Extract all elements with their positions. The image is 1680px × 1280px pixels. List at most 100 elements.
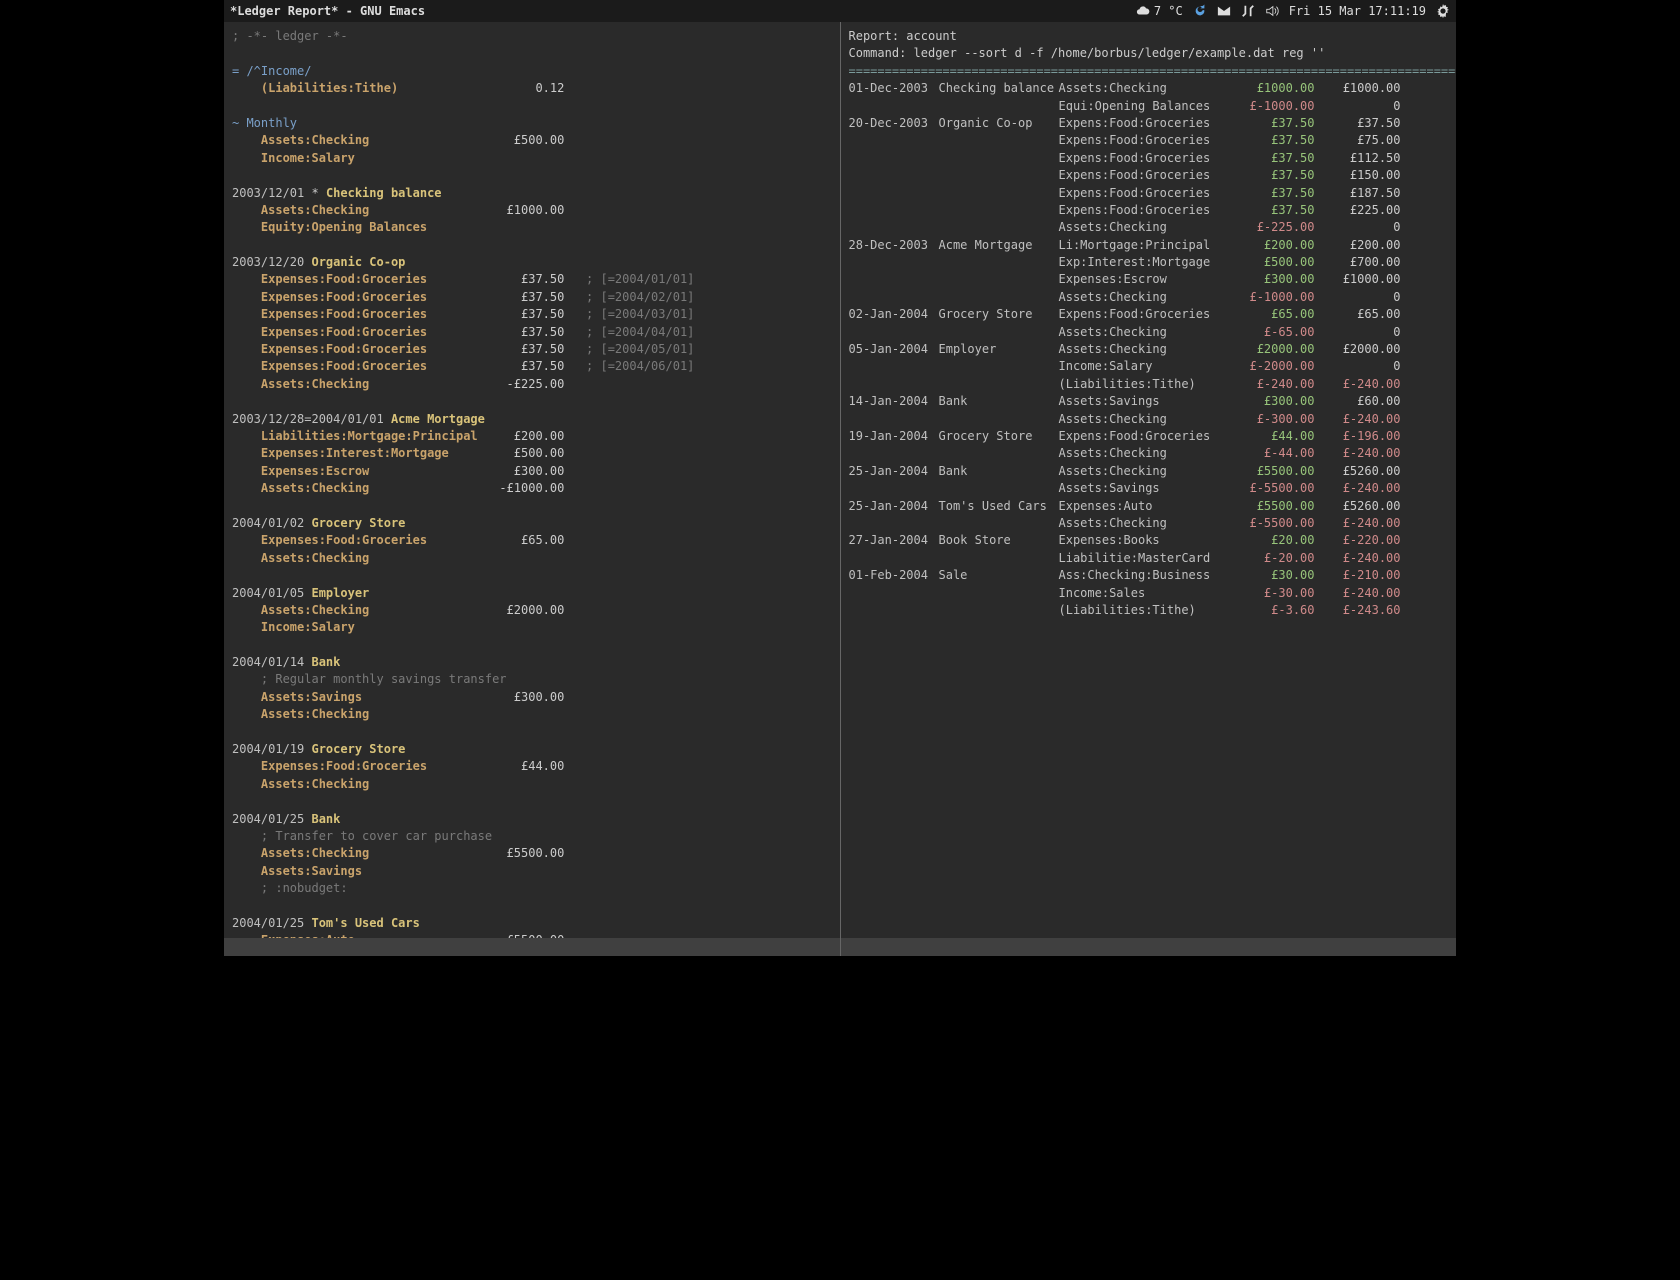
report-row: Equi:Opening Balances £-1000.000 [849,98,1449,115]
row-balance: 0 [1315,98,1401,115]
txn-header: 2004/01/05 Employer [232,585,832,602]
row-amount: £37.50 [1229,167,1315,184]
txn-header: 2004/01/25 Tom's Used Cars [232,915,832,932]
modeline-right: -U:@%%- *Ledger Report* All (4,0) (Ledge… [841,938,1457,956]
row-date [849,185,939,202]
row-account: Expens:Food:Groceries [1059,428,1229,445]
file-header-comment: ; -*- ledger -*- [232,28,832,45]
report-row: 19-Jan-2004 Grocery Store Expens:Food:Gr… [849,428,1449,445]
row-payee [939,132,1059,149]
row-date: 20-Dec-2003 [849,115,939,132]
txn-header: 2003/12/20 Organic Co-op [232,254,832,271]
row-amount: £37.50 [1229,185,1315,202]
row-date [849,219,939,236]
row-date [849,358,939,375]
row-balance: 0 [1315,289,1401,306]
report-row: 05-Jan-2004 Employer Assets:Checking £20… [849,341,1449,358]
row-account: Expens:Food:Groceries [1059,150,1229,167]
system-tray: 7 °C Fri 15 Mar 17:11:19 [1136,4,1450,18]
report-row: Assets:Checking £-300.00£-240.00 [849,411,1449,428]
row-account: Assets:Savings [1059,480,1229,497]
row-date [849,202,939,219]
report-row: 02-Jan-2004 Grocery Store Expens:Food:Gr… [849,306,1449,323]
txn-header: 2004/01/25 Bank [232,811,832,828]
posting: Income:Salary [232,619,832,636]
row-date [849,254,939,271]
posting: Assets:Checking £2000.00 [232,602,832,619]
row-payee [939,271,1059,288]
row-amount: £37.50 [1229,150,1315,167]
row-account: Assets:Checking [1059,445,1229,462]
row-account: (Liabilities:Tithe) [1059,376,1229,393]
row-balance: £-210.00 [1315,567,1401,584]
ledger-source-pane[interactable]: ; -*- ledger -*- = /^Income/ (Liabilitie… [224,22,841,956]
row-date: 25-Jan-2004 [849,498,939,515]
row-account: Ass:Checking:Business [1059,567,1229,584]
posting: Expenses:Food:Groceries £37.50 ; [=2004/… [232,271,832,288]
row-date [849,98,939,115]
row-date [849,376,939,393]
row-payee [939,254,1059,271]
report-row: 20-Dec-2003 Organic Co-op Expens:Food:Gr… [849,115,1449,132]
volume-icon[interactable] [1265,4,1279,18]
row-amount: £-20.00 [1229,550,1315,567]
row-account: Assets:Checking [1059,289,1229,306]
report-row: 28-Dec-2003 Acme Mortgage Li:Mortgage:Pr… [849,237,1449,254]
posting: Equity:Opening Balances [232,219,832,236]
posting: Assets:Savings [232,863,832,880]
row-balance: £-240.00 [1315,585,1401,602]
row-date [849,480,939,497]
row-amount: £20.00 [1229,532,1315,549]
row-account: Assets:Checking [1059,219,1229,236]
report-row: Expenses:Escrow £300.00£1000.00 [849,271,1449,288]
modeline-left: -U:@--- example.dat All (64,0) (Ledger y… [224,938,840,956]
row-payee: Bank [939,393,1059,410]
report-divider: ========================================… [849,63,1449,80]
report-row: 25-Jan-2004 Bank Assets:Checking £5500.0… [849,463,1449,480]
row-account: Assets:Savings [1059,393,1229,410]
row-amount: £37.50 [1229,202,1315,219]
posting: Expenses:Interest:Mortgage £500.00 [232,445,832,462]
row-balance: £-196.00 [1315,428,1401,445]
report-row: (Liabilities:Tithe) £-3.60£-243.60 [849,602,1449,619]
row-amount: £-3.60 [1229,602,1315,619]
posting: Expenses:Food:Groceries £37.50 ; [=2004/… [232,358,832,375]
posting: Assets:Checking £1000.00 [232,202,832,219]
row-balance: £187.50 [1315,185,1401,202]
row-account: Assets:Checking [1059,80,1229,97]
row-amount: £200.00 [1229,237,1315,254]
network-icon[interactable] [1241,4,1255,18]
row-balance: £5260.00 [1315,498,1401,515]
row-balance: £-240.00 [1315,445,1401,462]
report-row: Assets:Checking £-5500.00£-240.00 [849,515,1449,532]
row-balance: £5260.00 [1315,463,1401,480]
mail-icon[interactable] [1217,4,1231,18]
txn-header: 2003/12/28=2004/01/01 Acme Mortgage [232,411,832,428]
ledger-report-pane[interactable]: Report: account Command: ledger --sort d… [841,22,1457,956]
report-row: Liabilitie:MasterCard £-20.00£-240.00 [849,550,1449,567]
row-account: Income:Salary [1059,358,1229,375]
row-balance: £700.00 [1315,254,1401,271]
row-amount: £-30.00 [1229,585,1315,602]
row-balance: £-240.00 [1315,411,1401,428]
row-amount: £-2000.00 [1229,358,1315,375]
report-row: (Liabilities:Tithe) £-240.00£-240.00 [849,376,1449,393]
settings-gear-icon[interactable] [1436,4,1450,18]
reload-icon[interactable] [1193,4,1207,18]
posting: Expenses:Food:Groceries £37.50 ; [=2004/… [232,324,832,341]
row-account: Income:Sales [1059,585,1229,602]
row-balance: £112.50 [1315,150,1401,167]
row-account: Expens:Food:Groceries [1059,185,1229,202]
posting: Assets:Checking £500.00 [232,132,832,149]
row-payee [939,150,1059,167]
report-row: Expens:Food:Groceries £37.50£150.00 [849,167,1449,184]
report-rows: 01-Dec-2003 Checking balanceAssets:Check… [849,80,1449,619]
txn-note: ; Regular monthly savings transfer [232,671,832,688]
row-payee: Grocery Store [939,306,1059,323]
weather-indicator[interactable]: 7 °C [1136,4,1183,18]
row-amount: £-65.00 [1229,324,1315,341]
row-date [849,585,939,602]
row-amount: £1000.00 [1229,80,1315,97]
periodic-txn-header: ~ Monthly [232,115,832,132]
row-balance: £2000.00 [1315,341,1401,358]
